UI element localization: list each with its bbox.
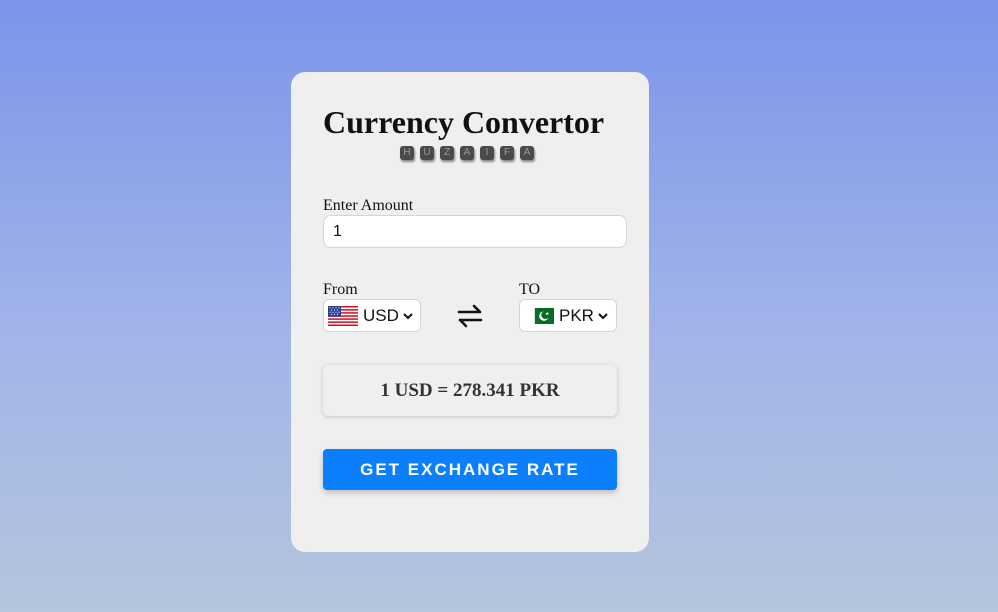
to-currency-value: PKR: [559, 305, 594, 325]
exchange-result-text: 1 USD = 278.341 PKR: [380, 379, 560, 401]
swap-arrows-icon[interactable]: [456, 302, 484, 330]
chevron-down-icon: [598, 312, 608, 319]
from-label: From: [323, 281, 358, 298]
pakistan-flag-icon: [530, 307, 554, 324]
exchange-result: 1 USD = 278.341 PKR: [323, 365, 617, 416]
converter-card: Currency Convertor H U Z A I F A Enter A…: [291, 72, 649, 552]
chevron-down-icon: [403, 312, 413, 319]
author-letter: A: [460, 146, 474, 160]
author-letter: Z: [440, 146, 454, 160]
from-currency-select[interactable]: USD: [323, 299, 421, 332]
author-letter: I: [480, 146, 494, 160]
to-label: TO: [519, 281, 541, 298]
from-currency-value: USD: [363, 305, 399, 325]
author-letter: U: [420, 146, 434, 160]
get-exchange-rate-button[interactable]: GET EXCHANGE RATE: [323, 449, 617, 490]
amount-label: Enter Amount: [323, 197, 414, 214]
us-flag-icon: [328, 305, 358, 326]
amount-input[interactable]: [323, 215, 627, 248]
author-letter: A: [520, 146, 534, 160]
author-letter: H: [400, 146, 414, 160]
author-letter: F: [500, 146, 514, 160]
to-currency-select[interactable]: PKR: [519, 299, 617, 332]
author-badge: H U Z A I F A: [400, 146, 534, 160]
app-title: Currency Convertor: [323, 104, 605, 140]
